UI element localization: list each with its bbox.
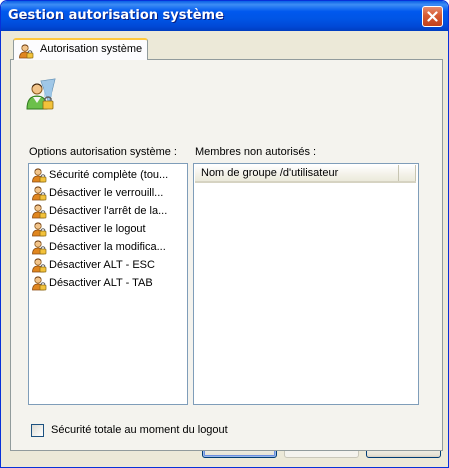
tab-autorisation-systeme[interactable]: Autorisation système (13, 38, 148, 60)
tab-panel: Options autorisation système : Membres n… (10, 59, 443, 451)
dialog-window: Gestion autorisation système Autorisatio… (0, 0, 449, 468)
members-list-header: Nom de groupe /d'utilisateur (195, 165, 416, 183)
securite-totale-checkbox[interactable] (31, 424, 44, 437)
user-lock-icon (31, 221, 47, 237)
tab-label: Autorisation système (40, 43, 143, 55)
user-lock-icon (31, 167, 47, 183)
user-lock-icon (31, 275, 47, 291)
window-close-button[interactable] (422, 6, 443, 27)
user-permission-large-icon (26, 78, 56, 110)
dialog-body: Autorisation système Options autorisatio… (4, 31, 445, 466)
user-lock-icon (31, 257, 47, 273)
user-permission-icon (18, 43, 34, 59)
window-title: Gestion autorisation système (8, 8, 224, 23)
options-list[interactable]: Sécurité complète (tou... Désactiver le … (28, 163, 188, 405)
members-list[interactable]: Nom de groupe /d'utilisateur (193, 163, 419, 405)
securite-totale-label: Sécurité totale au moment du logout (51, 424, 228, 436)
user-lock-icon (31, 185, 47, 201)
title-bar[interactable]: Gestion autorisation système (1, 1, 448, 31)
user-lock-icon (31, 203, 47, 219)
user-lock-icon (31, 239, 47, 255)
column-header-group-user[interactable]: Nom de groupe /d'utilisateur (195, 165, 399, 181)
column-header-extra[interactable] (399, 165, 416, 181)
options-label: Options autorisation système : (29, 146, 177, 158)
members-label: Membres non autorisés : (195, 146, 317, 158)
close-icon (427, 11, 438, 22)
